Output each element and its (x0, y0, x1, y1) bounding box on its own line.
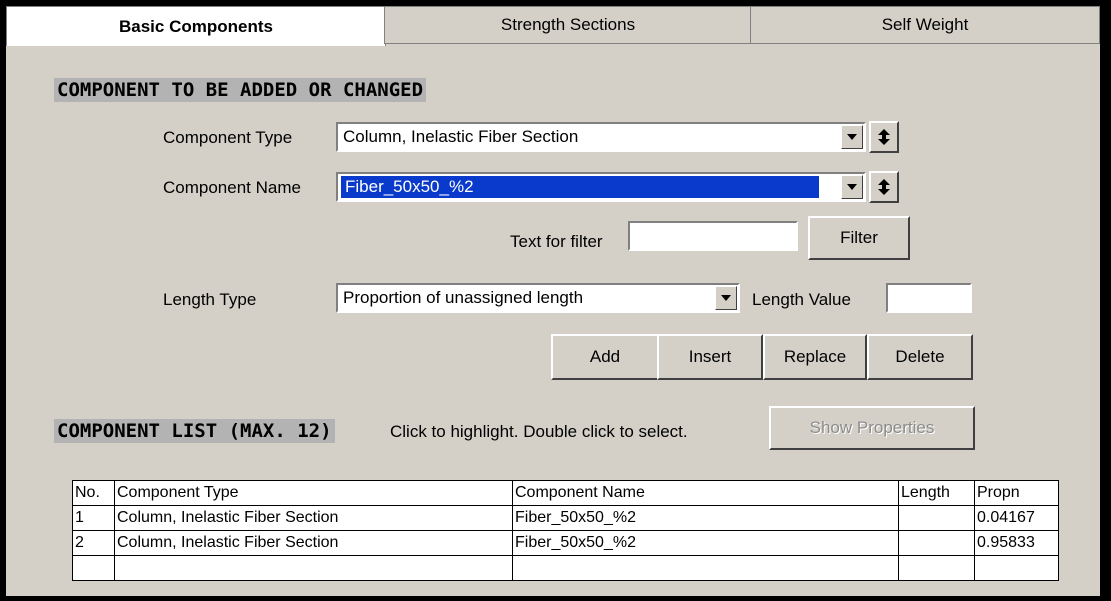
component-name-label: Component Name (163, 178, 301, 197)
dialog-panel: Basic Components Strength Sections Self … (6, 6, 1100, 596)
dropdown-arrow-icon[interactable] (841, 175, 863, 199)
table-cell: 2 (72, 530, 115, 556)
window-frame: Basic Components Strength Sections Self … (0, 0, 1111, 601)
table-row[interactable]: 1 Column, Inelastic Fiber Section Fiber_… (72, 505, 1059, 531)
tab-label: Basic Components (119, 16, 273, 36)
length-value-label: Length Value (752, 290, 851, 309)
tab-label: Strength Sections (500, 15, 636, 34)
table-row[interactable]: 2 Column, Inelastic Fiber Section Fiber_… (72, 530, 1059, 556)
table-cell (114, 555, 513, 581)
component-name-select[interactable]: Fiber_50x50_%2 (336, 172, 866, 202)
column-header: Propn (974, 480, 1059, 506)
component-name-value: Fiber_50x50_%2 (340, 175, 820, 199)
delete-button[interactable]: Delete (867, 334, 973, 380)
tab-self-weight[interactable]: Self Weight (750, 6, 1100, 43)
dropdown-arrow-icon[interactable] (841, 125, 863, 149)
insert-button[interactable]: Insert (657, 334, 763, 380)
table-cell: Fiber_50x50_%2 (512, 530, 899, 556)
dropdown-arrow-icon[interactable] (715, 286, 737, 310)
column-header: No. (72, 480, 115, 506)
component-table: No. Component Type Component Name Length… (72, 480, 1059, 581)
section-title-list: COMPONENT LIST (MAX. 12) (54, 419, 335, 443)
section-title-add: COMPONENT TO BE ADDED OR CHANGED (54, 78, 427, 102)
table-cell (512, 555, 899, 581)
component-type-select[interactable]: Column, Inelastic Fiber Section (336, 122, 866, 152)
component-type-label: Component Type (163, 128, 293, 147)
add-button[interactable]: Add (551, 334, 659, 380)
table-header-row: No. Component Type Component Name Length… (72, 480, 1059, 506)
tab-basic-components[interactable]: Basic Components (6, 6, 386, 46)
table-cell (898, 530, 975, 556)
table-cell: Column, Inelastic Fiber Section (114, 505, 513, 531)
table-row[interactable] (72, 555, 1059, 581)
table-cell (898, 555, 975, 581)
component-type-value: Column, Inelastic Fiber Section (343, 127, 579, 146)
length-type-value: Proportion of unassigned length (343, 288, 584, 307)
table-cell: Fiber_50x50_%2 (512, 505, 899, 531)
show-properties-button[interactable]: Show Properties (769, 406, 975, 450)
column-header: Length (898, 480, 975, 506)
filter-text-input[interactable] (628, 221, 798, 251)
table-cell: 0.04167 (974, 505, 1059, 531)
length-type-label: Length Type (163, 290, 257, 309)
replace-button[interactable]: Replace (763, 334, 867, 380)
filter-text-label: Text for filter (510, 232, 603, 251)
table-cell: 0.95833 (974, 530, 1059, 556)
list-hint: Click to highlight. Double click to sele… (390, 422, 688, 441)
table-cell: 1 (72, 505, 115, 531)
table-cell: Column, Inelastic Fiber Section (114, 530, 513, 556)
tab-label: Self Weight (881, 15, 969, 34)
tab-strength-sections[interactable]: Strength Sections (384, 6, 752, 43)
refresh-icon[interactable] (869, 171, 899, 203)
tab-divider (384, 43, 1100, 44)
filter-button[interactable]: Filter (808, 216, 910, 260)
length-value-input[interactable] (886, 283, 972, 313)
column-header: Component Name (512, 480, 899, 506)
refresh-icon[interactable] (869, 121, 899, 153)
length-type-select[interactable]: Proportion of unassigned length (336, 283, 740, 313)
table-cell (974, 555, 1059, 581)
table-cell (72, 555, 115, 581)
table-cell (898, 505, 975, 531)
column-header: Component Type (114, 480, 513, 506)
